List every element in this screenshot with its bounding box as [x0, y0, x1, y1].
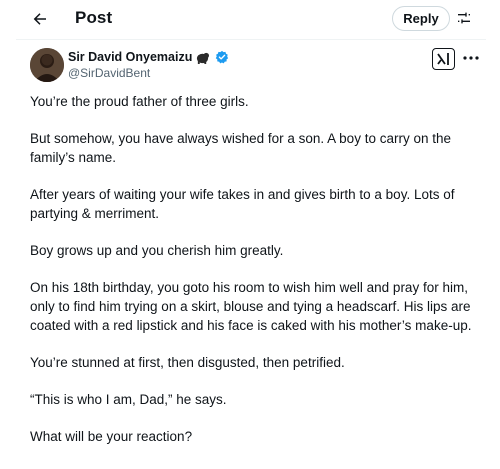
more-options-button[interactable] — [462, 53, 480, 63]
back-button[interactable] — [28, 7, 52, 31]
grok-button[interactable] — [432, 48, 455, 70]
post-paragraph: After years of waiting your wife takes i… — [30, 187, 455, 221]
reply-button[interactable]: Reply — [392, 6, 450, 31]
top-bar: Post Reply — [0, 0, 500, 40]
post-paragraph: But somehow, you have always wished for … — [30, 131, 451, 165]
post-paragraph: On his 18th birthday, you goto his room … — [30, 280, 472, 333]
arrow-left-icon — [33, 13, 46, 25]
post-paragraph: You’re stunned at first, then disgusted,… — [30, 355, 345, 370]
author-display-name[interactable]: Sir David Onyemaizu — [68, 50, 192, 64]
gorilla-emoji-icon — [197, 52, 210, 64]
page-title: Post — [75, 8, 113, 27]
verified-badge-icon — [216, 50, 229, 64]
header-divider — [16, 39, 486, 40]
author-name-row: Sir David Onyemaizu — [68, 50, 229, 64]
post-text: You’re the proud father of three girls. … — [30, 92, 478, 464]
post-paragraph: What will be your reaction? — [30, 429, 193, 444]
grok-icon — [437, 53, 449, 65]
post-paragraph: Boy grows up and you cherish him greatly… — [30, 243, 284, 258]
author-handle[interactable]: @SirDavidBent — [68, 66, 150, 80]
post-paragraph: “This is who I am, Dad,” he says. — [30, 392, 227, 407]
sliders-icon — [458, 12, 470, 24]
post-paragraph: You’re the proud father of three girls. — [30, 94, 249, 109]
settings-button[interactable] — [455, 9, 473, 27]
more-icon — [463, 56, 479, 60]
avatar[interactable] — [30, 48, 64, 82]
